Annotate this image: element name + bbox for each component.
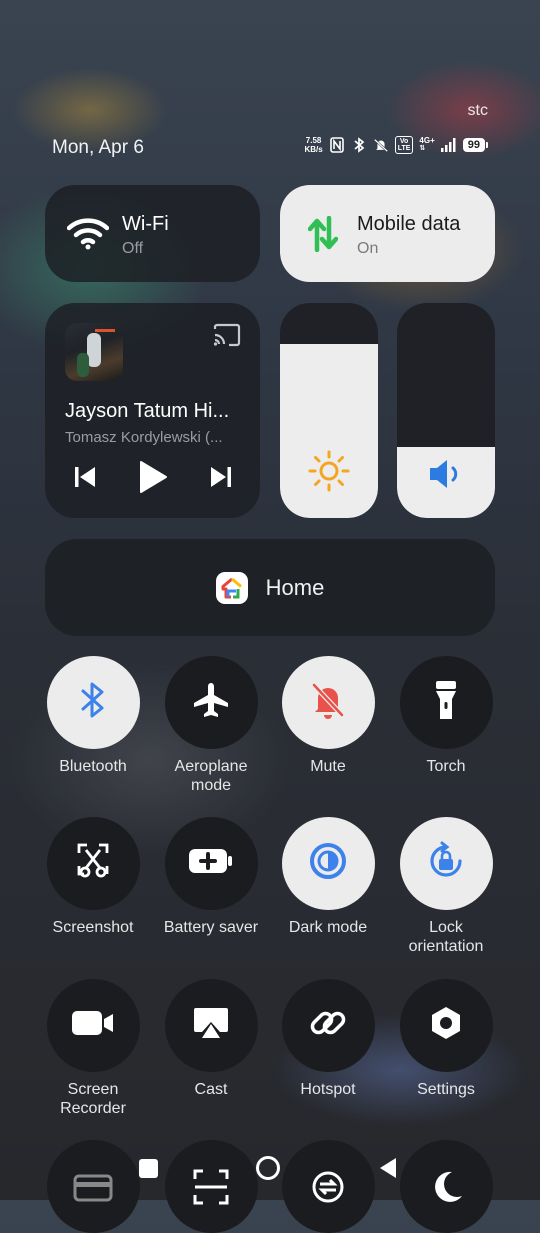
cast-output-icon[interactable] [212, 323, 242, 352]
album-art [65, 323, 123, 381]
dark-mode-toggle[interactable] [281, 817, 375, 910]
qs-bluetooth[interactable]: Bluetooth [33, 656, 153, 776]
screen-recorder-toggle[interactable] [46, 979, 140, 1072]
volte-icon: Vo LTE [394, 136, 414, 154]
wifi-icon [67, 213, 109, 255]
video-camera-icon [71, 1009, 115, 1042]
date-label: Mon, Apr 6 [52, 137, 144, 158]
mobile-data-icon [302, 213, 344, 255]
wifi-status: Off [122, 240, 144, 257]
vibrate-mute-icon [373, 137, 389, 153]
qs-lock-orientation[interactable]: Lock orientation [386, 817, 506, 956]
rotation-lock-icon [424, 839, 468, 888]
google-home-icon [215, 571, 248, 604]
back-button[interactable] [378, 1157, 398, 1184]
qs-torch[interactable]: Torch [386, 656, 506, 776]
home-label: Home [265, 574, 325, 600]
qs-hotspot[interactable]: Hotspot [268, 979, 388, 1099]
status-bar: stc Mon, Apr 6 7.58 KB/s Vo LTE 4G+ ⇅ 99 [0, 0, 540, 170]
airplane-icon [191, 680, 231, 725]
media-title: Jayson Tatum Hi... [65, 400, 230, 422]
media-artist: Tomasz Kordylewski (... [65, 429, 223, 446]
flashlight-icon [434, 679, 458, 726]
qs-label: Screen Recorder [60, 1081, 126, 1117]
qs-label: Settings [417, 1081, 475, 1098]
network-type: 4G+ ⇅ [419, 136, 435, 153]
settings-icon [429, 1005, 463, 1046]
media-controls [73, 459, 233, 499]
qs-label: Lock orientation [408, 919, 484, 955]
brightness-slider[interactable] [280, 303, 378, 518]
navigation-bar [0, 1140, 540, 1200]
torch-toggle[interactable] [399, 656, 493, 749]
battery-saver-toggle[interactable] [164, 817, 258, 910]
signal-icon [440, 137, 457, 153]
status-icons: 7.58 KB/s Vo LTE 4G+ ⇅ 99 [304, 136, 488, 154]
cast-icon [192, 1006, 230, 1045]
net-speed-indicator: 7.58 KB/s [304, 136, 323, 154]
qs-label: Hotspot [300, 1081, 356, 1098]
qs-label: Battery saver [163, 919, 259, 936]
qs-label: Bluetooth [59, 758, 127, 775]
qs-mute[interactable]: Mute [268, 656, 388, 776]
qs-label: Aeroplane mode [174, 758, 248, 794]
recents-button[interactable] [139, 1159, 158, 1178]
qs-settings[interactable]: Settings [386, 979, 506, 1099]
bell-off-icon [310, 681, 346, 724]
settings-toggle[interactable] [399, 979, 493, 1072]
qs-cast[interactable]: Cast [151, 979, 271, 1099]
qs-label: Torch [426, 758, 466, 775]
qs-screen-recorder[interactable]: Screen Recorder [33, 979, 153, 1118]
home-tile[interactable]: Home [45, 539, 495, 636]
bluetooth-toggle[interactable] [46, 656, 140, 749]
wifi-title: Wi-Fi [122, 213, 169, 235]
mute-toggle[interactable] [281, 656, 375, 749]
screenshot-toggle[interactable] [46, 817, 140, 910]
media-player[interactable]: Jayson Tatum Hi... Tomasz Kordylewski (.… [45, 303, 260, 518]
nfc-icon [329, 137, 345, 153]
bluetooth-icon [351, 137, 367, 153]
qs-label: Cast [194, 1081, 228, 1098]
mobile-data-title: Mobile data [357, 213, 461, 235]
qs-battery-saver[interactable]: Battery saver [151, 817, 271, 937]
volume-slider[interactable] [397, 303, 495, 518]
qs-label: Dark mode [288, 919, 368, 936]
bluetooth-icon [79, 680, 107, 725]
carrier-name: stc [467, 102, 488, 119]
wifi-tile[interactable]: Wi-Fi Off [45, 185, 260, 282]
dark-mode-icon [309, 842, 347, 885]
qs-screenshot[interactable]: Screenshot [33, 817, 153, 937]
previous-track-icon[interactable] [73, 466, 97, 493]
cast-toggle[interactable] [164, 979, 258, 1072]
mobile-data-status: On [357, 240, 379, 257]
qs-aeroplane[interactable]: Aeroplane mode [151, 656, 271, 795]
aeroplane-toggle[interactable] [164, 656, 258, 749]
hotspot-icon [308, 1003, 348, 1048]
qs-dark-mode[interactable]: Dark mode [268, 817, 388, 937]
battery-saver-icon [187, 846, 235, 881]
next-track-icon[interactable] [209, 466, 233, 493]
qs-label: Screenshot [52, 919, 134, 936]
hotspot-toggle[interactable] [281, 979, 375, 1072]
speaker-icon [397, 456, 495, 492]
play-icon[interactable] [138, 460, 168, 499]
home-button[interactable] [256, 1156, 280, 1180]
qs-label: Mute [310, 758, 346, 775]
battery-icon: 99 [462, 138, 488, 152]
lock-orientation-toggle[interactable] [399, 817, 493, 910]
sun-icon [280, 450, 378, 492]
screenshot-icon [76, 842, 110, 885]
mobile-data-tile[interactable]: Mobile data On [280, 185, 495, 282]
